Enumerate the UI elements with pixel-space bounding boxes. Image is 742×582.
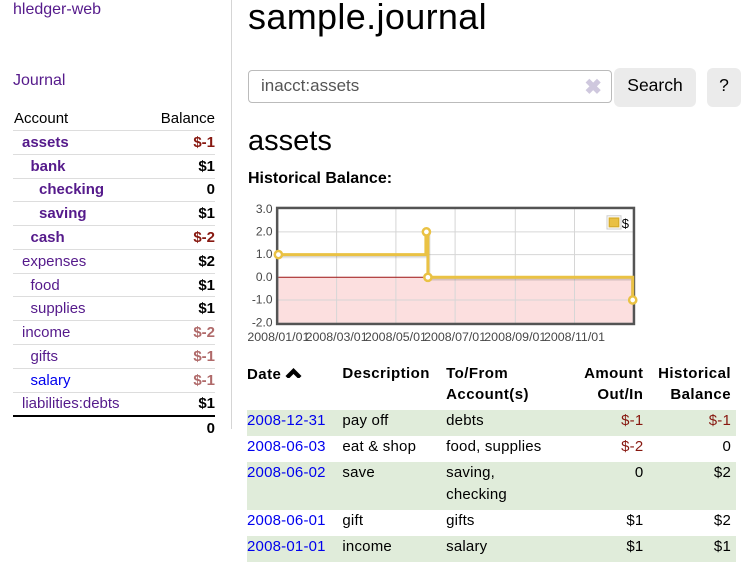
svg-text:-2.0: -2.0	[252, 315, 273, 329]
svg-text:2.0: 2.0	[256, 225, 273, 239]
svg-text:2008/03/01: 2008/03/01	[306, 330, 368, 344]
svg-text:3.0: 3.0	[256, 202, 273, 216]
svg-text:2008/09/01: 2008/09/01	[484, 330, 546, 344]
svg-text:$: $	[622, 216, 630, 231]
svg-text:2008/11/01: 2008/11/01	[544, 330, 605, 344]
svg-text:2008/07/01: 2008/07/01	[424, 330, 486, 344]
svg-text:-1.0: -1.0	[252, 293, 273, 307]
svg-text:2008/05/01: 2008/05/01	[365, 330, 427, 344]
svg-text:0.0: 0.0	[256, 270, 273, 284]
svg-text:1.0: 1.0	[256, 247, 273, 261]
svg-text:2008/01/01: 2008/01/01	[247, 330, 309, 344]
